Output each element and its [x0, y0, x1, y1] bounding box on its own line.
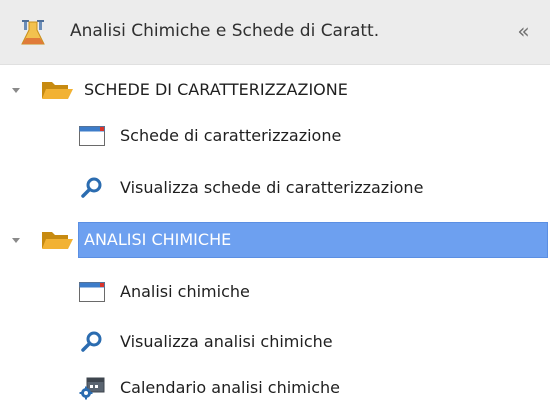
tree-item-label: Visualizza schede di caratterizzazione — [120, 178, 424, 197]
panel-title: Analisi Chimiche e Schede di Caratt. — [70, 21, 380, 41]
tree-item-label: Visualizza analisi chimiche — [120, 332, 333, 351]
collapse-panel-button[interactable]: « — [510, 20, 534, 42]
search-icon — [81, 177, 102, 198]
search-icon — [81, 331, 102, 352]
tree-group-label: ANALISI CHIMICHE — [84, 230, 232, 249]
tree-item-calendario-analisi[interactable]: Calendario analisi chimiche — [0, 370, 550, 405]
lab-flask-icon — [21, 20, 45, 45]
tree-item-visualizza-analisi[interactable]: Visualizza analisi chimiche — [0, 324, 550, 360]
expand-arrow-icon[interactable] — [11, 85, 21, 95]
calendar-gear-icon — [79, 377, 105, 400]
folder-open-icon — [42, 82, 73, 99]
panel-header: Analisi Chimiche e Schede di Caratt. « — [0, 0, 550, 65]
window-form-icon — [79, 282, 105, 302]
tree-item-visualizza-schede[interactable]: Visualizza schede di caratterizzazione — [0, 170, 550, 206]
tree-item-schede-di-caratterizzazione[interactable]: Schede di caratterizzazione — [0, 118, 550, 154]
tree-item-label: Schede di caratterizzazione — [120, 126, 342, 145]
tree-item-analisi-chimiche[interactable]: Analisi chimiche — [0, 274, 550, 310]
folder-open-icon — [42, 232, 73, 249]
tree-item-label: Analisi chimiche — [120, 282, 250, 301]
window-form-icon — [79, 126, 105, 146]
tree-group-label: SCHEDE DI CARATTERIZZAZIONE — [84, 80, 348, 99]
navigation-panel: Analisi Chimiche e Schede di Caratt. « S… — [0, 0, 550, 405]
expand-arrow-icon[interactable] — [11, 235, 21, 245]
tree-group-schede[interactable]: SCHEDE DI CARATTERIZZAZIONE — [0, 72, 550, 108]
tree-item-label: Calendario analisi chimiche — [120, 378, 340, 397]
tree-group-analisi[interactable]: ANALISI CHIMICHE — [0, 222, 550, 258]
